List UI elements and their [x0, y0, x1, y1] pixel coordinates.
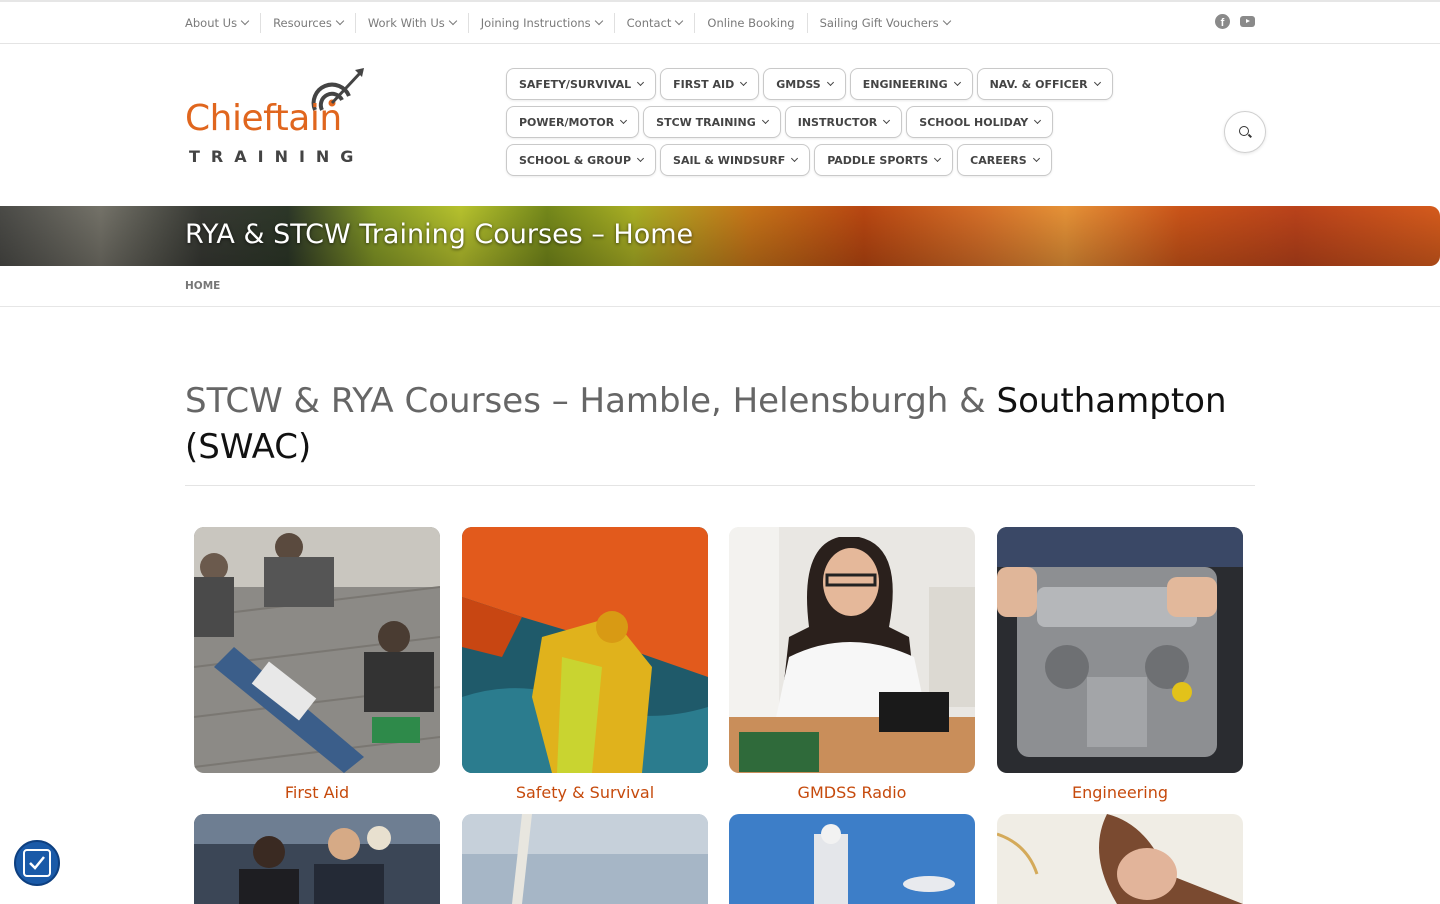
breadcrumb: HOME: [0, 266, 1440, 307]
utility-nav-label: Contact: [626, 15, 672, 30]
chevron-down-icon: [761, 116, 769, 124]
nav-label: INSTRUCTOR: [797, 115, 878, 129]
course-tile-image[interactable]: [997, 814, 1243, 904]
course-tile-image[interactable]: [462, 814, 708, 904]
utility-nav-online-booking[interactable]: Online Booking: [694, 12, 806, 33]
chevron-down-icon: [240, 16, 250, 25]
chevron-down-icon: [740, 78, 748, 86]
course-image: [194, 527, 440, 773]
site-logo[interactable]: Chieftain TRAINING: [185, 66, 370, 168]
utility-nav-resources[interactable]: Resources: [260, 12, 355, 33]
utility-nav-label: About Us: [185, 15, 238, 30]
nav-nav-officer[interactable]: NAV. & OFFICER: [976, 68, 1113, 100]
utility-nav-label: Online Booking: [707, 15, 795, 30]
nav-label: CAREERS: [970, 153, 1027, 167]
course-tile-first-aid[interactable]: First Aid: [194, 527, 440, 802]
utility-nav-label: Resources: [273, 15, 332, 30]
nav-label: POWER/MOTOR: [519, 115, 615, 129]
nav-first-aid[interactable]: FIRST AID: [660, 68, 760, 100]
utility-nav-about-us[interactable]: About Us: [185, 13, 260, 33]
nav-label: SAFETY/SURVIVAL: [519, 77, 632, 91]
nav-label: PADDLE SPORTS: [827, 153, 929, 167]
nav-label: STCW TRAINING: [656, 115, 756, 129]
chevron-down-icon: [594, 16, 603, 25]
chevron-down-icon: [826, 78, 834, 86]
chevron-down-icon: [335, 16, 345, 25]
main-nav-row: SAFETY/SURVIVAL FIRST AID GMDSS ENGINEER…: [506, 68, 1113, 100]
nav-power-motor[interactable]: POWER/MOTOR: [506, 106, 640, 138]
nav-label: GMDSS: [776, 77, 821, 91]
chevron-down-icon: [942, 16, 951, 25]
utility-nav-label: Joining Instructions: [480, 15, 591, 30]
chevron-down-icon: [675, 16, 684, 25]
nav-safety-survival[interactable]: SAFETY/SURVIVAL: [506, 68, 657, 100]
nav-label: NAV. & OFFICER: [989, 77, 1088, 91]
utility-nav-contact[interactable]: Contact: [613, 12, 695, 33]
chevron-down-icon: [934, 154, 942, 162]
chevron-down-icon: [620, 116, 628, 124]
nav-careers[interactable]: CAREERS: [957, 144, 1052, 176]
course-tile-gmdss-radio[interactable]: GMDSS Radio: [729, 527, 975, 802]
nav-sail-windsurf[interactable]: SAIL & WINDSURF: [660, 144, 811, 176]
course-title[interactable]: Safety & Survival: [462, 783, 708, 802]
chevron-down-icon: [448, 16, 458, 25]
course-tile-safety-survival[interactable]: Safety & Survival: [462, 527, 708, 802]
course-tile-image[interactable]: [729, 814, 975, 904]
nav-label: SCHOOL HOLIDAY: [919, 115, 1029, 129]
logo-subtitle: TRAINING: [189, 147, 365, 166]
chevron-down-icon: [1034, 116, 1042, 124]
search-button[interactable]: [1224, 111, 1266, 153]
nav-school-holiday[interactable]: SCHOOL HOLIDAY: [906, 106, 1054, 138]
nav-label: FIRST AID: [673, 77, 735, 91]
nav-gmdss[interactable]: GMDSS: [763, 68, 846, 100]
nav-label: SAIL & WINDSURF: [673, 153, 786, 167]
chevron-down-icon: [1032, 154, 1040, 162]
course-title[interactable]: GMDSS Radio: [729, 783, 975, 802]
nav-paddle-sports[interactable]: PADDLE SPORTS: [814, 144, 954, 176]
facebook-icon[interactable]: f: [1215, 14, 1230, 29]
page-banner: RYA & STCW Training Courses – Home: [0, 206, 1440, 266]
youtube-icon[interactable]: [1240, 16, 1255, 27]
main-nav-row: POWER/MOTOR STCW TRAINING INSTRUCTOR SCH…: [506, 106, 1086, 138]
course-image: [729, 527, 975, 773]
page-title: RYA & STCW Training Courses – Home: [185, 219, 694, 250]
breadcrumb-home[interactable]: HOME: [185, 280, 220, 292]
nav-label: SCHOOL & GROUP: [519, 153, 632, 167]
accessibility-icon: [23, 849, 51, 877]
course-tile-engineering[interactable]: Engineering: [997, 527, 1243, 802]
chevron-down-icon: [883, 116, 891, 124]
accessibility-button[interactable]: [14, 840, 60, 886]
nav-label: ENGINEERING: [862, 77, 948, 91]
utility-nav: About Us Resources Work With Us Joining …: [185, 2, 962, 43]
nav-stcw-training[interactable]: STCW TRAINING: [643, 106, 781, 138]
chevron-down-icon: [637, 78, 645, 86]
main-heading: STCW & RYA Courses – Hamble, Helensburgh…: [185, 378, 1255, 470]
utility-nav-joining-instructions[interactable]: Joining Instructions: [467, 12, 614, 33]
nav-school-group[interactable]: SCHOOL & GROUP: [506, 144, 657, 176]
chevron-down-icon: [953, 78, 961, 86]
logo-wordmark: Chieftain: [185, 98, 342, 139]
social-links: f: [1215, 14, 1255, 29]
course-title[interactable]: Engineering: [997, 783, 1243, 802]
utility-nav-work-with-us[interactable]: Work With Us: [354, 12, 468, 33]
chevron-down-icon: [1093, 78, 1101, 86]
course-tile-image[interactable]: [194, 814, 440, 904]
nav-engineering[interactable]: ENGINEERING: [849, 68, 973, 100]
chevron-down-icon: [791, 154, 799, 162]
utility-bar: About Us Resources Work With Us Joining …: [0, 2, 1440, 44]
chevron-down-icon: [636, 154, 645, 162]
course-image: [462, 527, 708, 773]
utility-nav-label: Sailing Gift Vouchers: [819, 15, 939, 30]
divider: [185, 485, 1255, 486]
heading-text: STCW & RYA Courses – Hamble, Helensburgh…: [185, 381, 997, 421]
main-nav-row: SCHOOL & GROUP SAIL & WINDSURF PADDLE SP…: [506, 144, 1086, 176]
nav-instructor[interactable]: INSTRUCTOR: [784, 106, 903, 138]
course-image: [997, 527, 1243, 773]
main-nav: SAFETY/SURVIVAL FIRST AID GMDSS ENGINEER…: [506, 68, 1113, 182]
utility-nav-sailing-gift-vouchers[interactable]: Sailing Gift Vouchers: [806, 12, 962, 33]
course-title[interactable]: First Aid: [194, 783, 440, 802]
utility-nav-label: Work With Us: [367, 15, 445, 30]
